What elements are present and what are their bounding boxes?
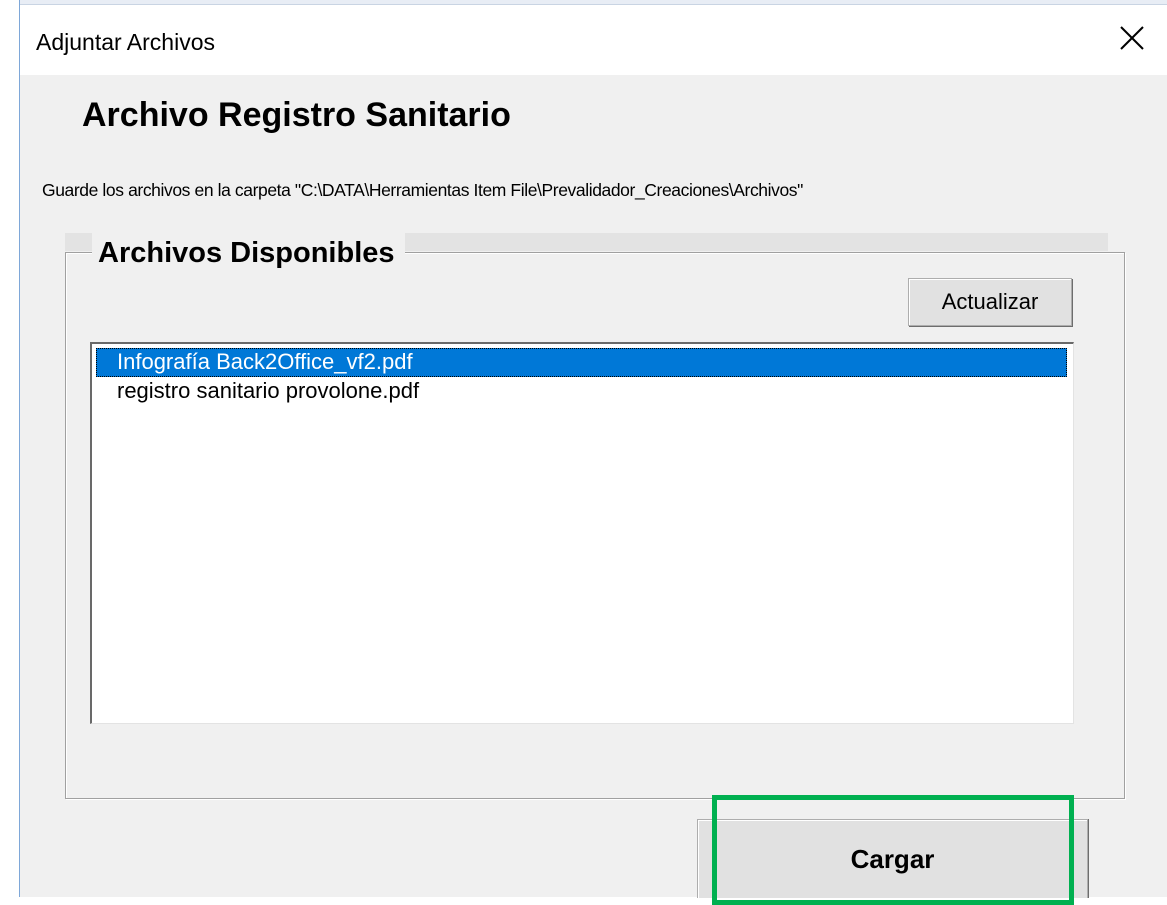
file-listbox[interactable]: Infografía Back2Office_vf2.pdf registro … (90, 342, 1074, 724)
upload-button[interactable]: Cargar (697, 819, 1088, 898)
title-bar: Adjuntar Archivos (20, 5, 1167, 75)
close-icon (1119, 25, 1145, 56)
form-heading: Archivo Registro Sanitario (82, 96, 511, 134)
dialog-window: Adjuntar Archivos Archivo Registro Sanit… (20, 0, 1167, 905)
file-list-item[interactable]: Infografía Back2Office_vf2.pdf (96, 348, 1067, 377)
group-label: Archivos Disponibles (92, 233, 405, 273)
file-list-item[interactable]: registro sanitario provolone.pdf (96, 377, 1067, 406)
folder-instruction: Guarde los archivos en la carpeta "C:\DA… (42, 180, 803, 200)
close-button[interactable] (1097, 5, 1167, 75)
refresh-button[interactable]: Actualizar (908, 278, 1072, 326)
window-title: Adjuntar Archivos (36, 29, 215, 55)
